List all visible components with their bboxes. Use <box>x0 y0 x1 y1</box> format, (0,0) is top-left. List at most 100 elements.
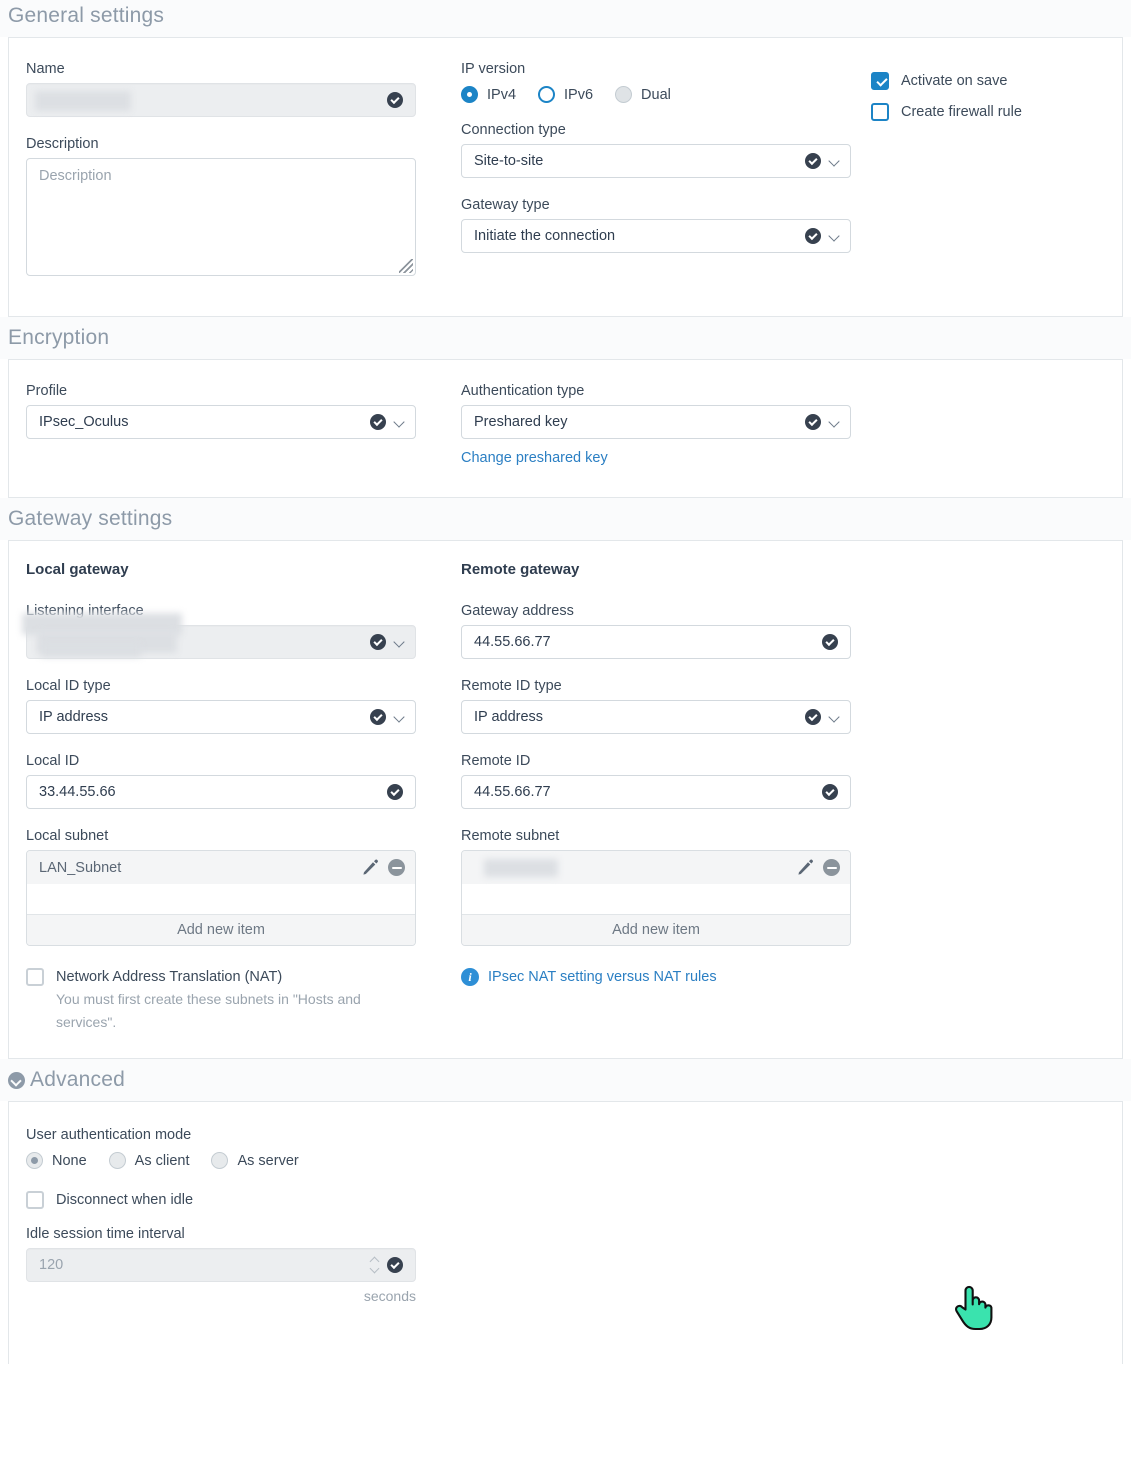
gateway-address-input[interactable]: 44.55.66.77 <box>461 625 851 659</box>
edit-pencil-icon[interactable] <box>797 859 814 876</box>
local-id-type-select[interactable]: IP address <box>26 700 416 734</box>
auth-type-select[interactable]: Preshared key <box>461 405 851 439</box>
radio-option-none[interactable]: None <box>26 1152 87 1169</box>
remote-id-group: Remote ID 44.55.66.77 <box>461 752 871 809</box>
remote-subnet-items <box>462 851 850 914</box>
profile-select[interactable]: IPsec_Oculus <box>26 405 416 439</box>
listening-interface-select[interactable] <box>22 613 416 659</box>
remove-minus-icon[interactable] <box>823 859 840 876</box>
remote-id-type-label: Remote ID type <box>461 678 562 694</box>
chevron-down-circle-icon[interactable] <box>8 1071 25 1089</box>
valid-check-icon <box>805 414 821 430</box>
user-auth-mode-radio-group: None As client As server <box>26 1152 461 1169</box>
remote-subnet-listbox: Add new item <box>461 850 851 946</box>
user-auth-mode-group: User authentication mode None As client <box>26 1126 461 1169</box>
listening-interface-group: Listening interface <box>22 602 461 659</box>
encryption-panel: Profile IPsec_Oculus Authentication type… <box>8 359 1123 498</box>
chevron-down-icon <box>395 418 404 427</box>
connection-type-select[interactable]: Site-to-site <box>461 144 851 178</box>
description-textarea[interactable]: Description <box>26 158 416 276</box>
idle-interval-group: Idle session time interval 120 seconds <box>26 1225 461 1304</box>
remote-id-label: Remote ID <box>461 753 531 769</box>
radio-option-ipv6[interactable]: IPv6 <box>538 86 593 103</box>
section-header-advanced[interactable]: Advanced <box>0 1059 1131 1101</box>
radio-dual-icon <box>615 86 633 103</box>
ipsec-nat-link[interactable]: IPsec NAT setting versus NAT rules <box>488 969 717 985</box>
radio-as-server-label: As server <box>237 1152 299 1169</box>
connection-type-label: Connection type <box>461 122 566 138</box>
valid-check-icon <box>805 228 821 244</box>
general-column-middle: IP version IPv4 IPv6 Dual Connection typ… <box>461 60 871 294</box>
remote-subnet-add-new-item[interactable]: Add new item <box>462 914 850 945</box>
radio-option-as-server[interactable]: As server <box>211 1152 299 1169</box>
remove-minus-icon[interactable] <box>388 859 405 876</box>
section-header-general: General settings <box>0 0 1131 37</box>
redaction-block <box>35 91 131 111</box>
radio-none-icon <box>26 1152 43 1169</box>
remote-id-type-select[interactable]: IP address <box>461 700 851 734</box>
local-id-label: Local ID <box>26 753 80 769</box>
connection-type-value: Site-to-site <box>474 153 544 169</box>
ipsec-connection-form: General settings Name Description Descri… <box>0 0 1131 1364</box>
chevron-down-icon <box>830 232 839 241</box>
gateway-column-right <box>871 561 1122 1034</box>
name-group: Name <box>26 60 461 117</box>
chevron-down-icon <box>830 713 839 722</box>
radio-ipv6-label: IPv6 <box>564 86 594 103</box>
valid-check-icon <box>387 1257 403 1273</box>
name-input[interactable] <box>26 83 416 117</box>
idle-interval-input[interactable]: 120 <box>26 1248 416 1282</box>
chevron-down-icon <box>830 418 839 427</box>
idle-interval-value: 120 <box>39 1257 64 1273</box>
section-title-general: General settings <box>8 4 165 27</box>
radio-option-ipv4[interactable]: IPv4 <box>461 86 516 103</box>
list-item[interactable] <box>462 851 850 884</box>
remote-subnet-group: Remote subnet Add new item <box>461 827 871 946</box>
gateway-settings-panel: Local gateway Listening interface Local … <box>8 540 1123 1059</box>
create-firewall-rule-checkbox[interactable]: Create firewall rule <box>871 103 1122 121</box>
chevron-down-icon <box>395 713 404 722</box>
valid-check-icon <box>822 784 838 800</box>
gateway-type-select[interactable]: Initiate the connection <box>461 219 851 253</box>
auth-type-value: Preshared key <box>474 414 568 430</box>
radio-option-dual[interactable]: Dual <box>615 86 671 103</box>
general-column-left: Name Description Description <box>26 60 461 294</box>
valid-check-icon <box>822 634 838 650</box>
local-gateway-column: Local gateway Listening interface Local … <box>22 561 461 1034</box>
nat-help-text: You must first create these subnets in "… <box>56 991 361 1030</box>
info-icon: i <box>461 968 479 986</box>
gateway-type-group: Gateway type Initiate the connection <box>461 196 871 253</box>
disconnect-when-idle-checkbox[interactable]: Disconnect when idle <box>26 1191 461 1209</box>
valid-check-icon <box>370 634 386 650</box>
general-settings-panel: Name Description Description IP version … <box>8 37 1123 317</box>
remote-id-input[interactable]: 44.55.66.77 <box>461 775 851 809</box>
local-id-type-label: Local ID type <box>26 678 111 694</box>
remote-subnet-label: Remote subnet <box>461 828 560 844</box>
valid-check-icon <box>805 709 821 725</box>
advanced-column-middle <box>461 1126 871 1304</box>
chevron-down-icon <box>830 157 839 166</box>
number-stepper-icon[interactable] <box>370 1256 379 1274</box>
local-subnet-add-new-item[interactable]: Add new item <box>27 914 415 945</box>
local-id-input[interactable]: 33.44.55.66 <box>26 775 416 809</box>
local-id-group: Local ID 33.44.55.66 <box>26 752 461 809</box>
list-item[interactable]: LAN_Subnet <box>27 851 415 884</box>
advanced-panel: User authentication mode None As client <box>8 1101 1123 1364</box>
advanced-column-left: User authentication mode None As client <box>26 1126 461 1304</box>
change-preshared-key-link[interactable]: Change preshared key <box>461 450 608 466</box>
activate-on-save-label: Activate on save <box>901 73 1008 89</box>
checkbox-unchecked-icon <box>26 1191 44 1209</box>
activate-on-save-checkbox[interactable]: Activate on save <box>871 72 1122 90</box>
radio-ipv6-icon <box>538 86 556 103</box>
radio-as-client-icon <box>108 1152 126 1169</box>
radio-option-as-client[interactable]: As client <box>108 1152 189 1169</box>
general-column-right: Activate on save Create firewall rule <box>871 60 1122 294</box>
ip-version-group: IP version IPv4 IPv6 Dual <box>461 60 871 103</box>
encryption-column-right <box>871 382 1122 467</box>
resize-grip-icon[interactable] <box>399 259 413 273</box>
nat-checkbox[interactable]: Network Address Translation (NAT) You mu… <box>26 968 461 1034</box>
chevron-down-icon <box>395 638 404 647</box>
edit-pencil-icon[interactable] <box>362 859 379 876</box>
redaction-block <box>41 643 141 657</box>
gateway-address-label: Gateway address <box>461 603 574 619</box>
